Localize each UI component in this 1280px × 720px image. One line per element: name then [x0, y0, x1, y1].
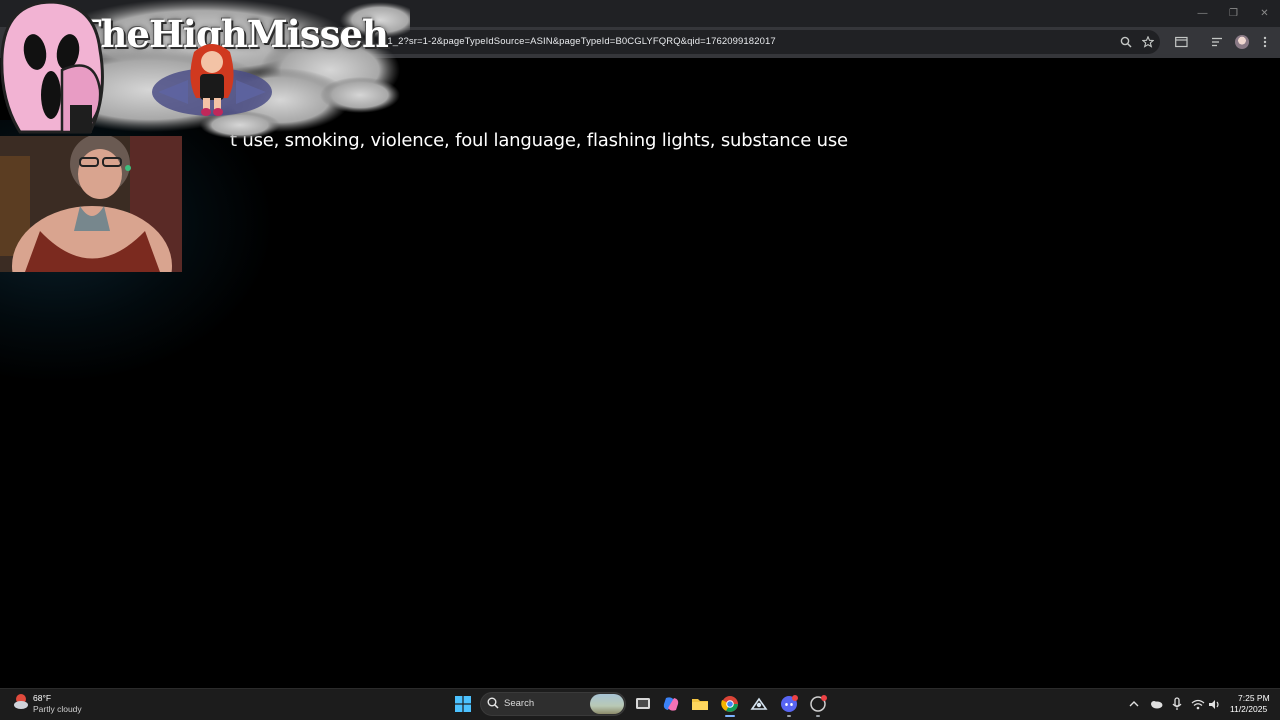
clock-time[interactable]: 7:25 PM: [1238, 693, 1270, 703]
search-icon: [487, 697, 499, 709]
onedrive-cloud-icon[interactable]: [1149, 697, 1163, 711]
weather-condition[interactable]: Partly cloudy: [33, 704, 82, 714]
steam-icon[interactable]: [750, 695, 768, 713]
tray-overflow-chevron-icon[interactable]: [1127, 697, 1141, 711]
menu-icon[interactable]: [1258, 35, 1272, 49]
window-controls: — ❐ ✕: [1187, 0, 1280, 27]
volume-icon[interactable]: [1207, 697, 1221, 711]
close-button[interactable]: ✕: [1249, 0, 1280, 27]
wifi-icon[interactable]: [1191, 697, 1205, 711]
tab-search-icon[interactable]: [1174, 35, 1188, 49]
bookmark-star-icon[interactable]: [1141, 35, 1155, 49]
task-view-icon[interactable]: [634, 695, 652, 713]
webcam-feed: [0, 136, 182, 272]
mascot-avatar-graphic: [152, 44, 272, 116]
weather-temperature[interactable]: 68°F: [33, 693, 51, 703]
restore-button[interactable]: ❐: [1218, 0, 1249, 27]
taskbar-search-placeholder[interactable]: Search: [504, 698, 534, 709]
search-highlight-image: [590, 694, 624, 714]
copilot-icon[interactable]: [662, 695, 680, 713]
clock-date[interactable]: 11/2/2025: [1230, 704, 1267, 714]
reading-list-icon[interactable]: [1210, 35, 1224, 49]
ghostface-mascot-graphic: [0, 0, 104, 134]
weather-partly-cloudy-icon[interactable]: [13, 693, 31, 711]
app-icon[interactable]: [809, 695, 827, 713]
discord-running-indicator: [787, 715, 791, 717]
address-bar-url[interactable]: _1_2?sr=1-2&pageTypeIdSource=ASIN&pageTy…: [382, 36, 776, 47]
app-running-indicator: [816, 715, 820, 717]
chrome-icon[interactable]: [721, 695, 739, 713]
microphone-icon[interactable]: [1170, 697, 1184, 711]
zoom-icon[interactable]: [1119, 35, 1133, 49]
start-icon[interactable]: [455, 696, 471, 712]
chrome-active-indicator: [725, 715, 735, 717]
profile-avatar[interactable]: [1235, 35, 1249, 49]
file-explorer-icon[interactable]: [691, 695, 709, 713]
minimize-button[interactable]: —: [1187, 0, 1218, 27]
discord-icon[interactable]: [780, 695, 798, 713]
